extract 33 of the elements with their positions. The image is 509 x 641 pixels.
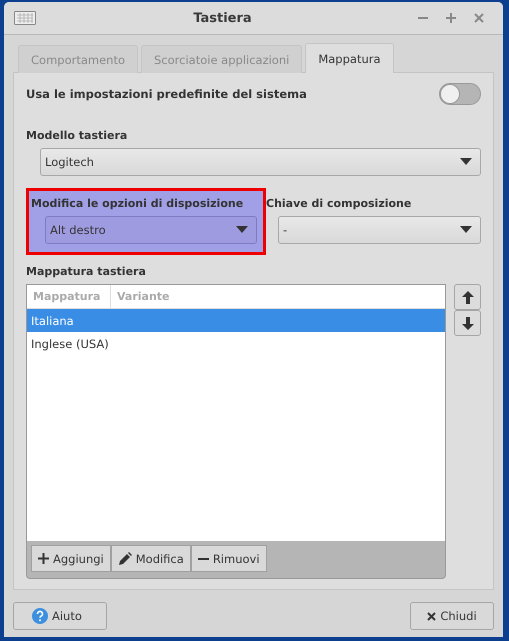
group-label: Modello tastiera (26, 129, 128, 142)
edit-button[interactable]: Modifica (110, 545, 191, 572)
keyboard-icon (14, 11, 36, 25)
move-down-button[interactable] (454, 310, 481, 336)
help-button[interactable]: Aiuto (13, 602, 107, 630)
arrow-up-icon (462, 290, 474, 304)
setting-label: Usa le impostazioni predefinite del sistema (26, 87, 307, 101)
dropdown[interactable]: Logitech (40, 148, 481, 176)
move-up-button[interactable] (454, 284, 481, 310)
arrow-down-icon (462, 316, 474, 330)
dropdown[interactable]: - (278, 216, 481, 244)
minus-icon (198, 558, 209, 560)
caret-icon (460, 158, 472, 166)
close-icon (427, 612, 436, 620)
tab[interactable]: Mappatura (305, 43, 394, 73)
toggle-switch[interactable] (439, 83, 481, 105)
help-icon (32, 608, 48, 624)
close-button[interactable]: Chiudi (410, 602, 494, 630)
dropdown[interactable]: Alt destro (45, 216, 257, 244)
remove-button[interactable]: Rimuovi (190, 545, 267, 572)
window-title: Tastiera (192, 10, 253, 26)
add-button[interactable]: Aggiungi (31, 545, 111, 572)
minimize-icon (418, 17, 428, 19)
caret-icon (460, 226, 472, 234)
group-label: Modifica le opzioni di disposizione (31, 197, 244, 210)
pencil-icon (118, 552, 132, 566)
close-icon (474, 13, 484, 23)
group-label: Mappatura tastiera (26, 265, 147, 278)
group-label: Chiave di composizione (266, 197, 412, 210)
caret-icon (236, 226, 248, 234)
list-row[interactable]: Inglese (USA) (27, 332, 445, 355)
maximize-icon (446, 13, 456, 23)
plus-icon (38, 553, 49, 564)
